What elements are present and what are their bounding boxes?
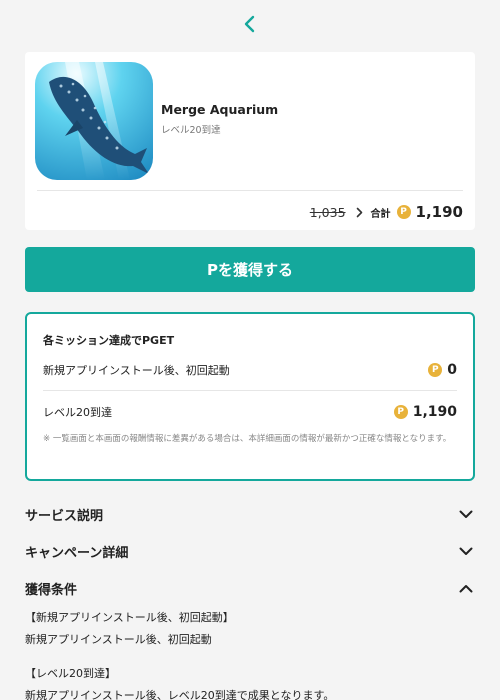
mission-label: 新規アプリインストール後、初回起動 bbox=[43, 364, 230, 377]
point-coin-icon: P bbox=[428, 363, 443, 377]
get-points-button[interactable]: Pを獲得する bbox=[25, 247, 475, 292]
old-points: 1,035 bbox=[309, 204, 346, 220]
app-card: Merge Aquarium レベル20到達 1,035 合計 P 1,190 bbox=[25, 52, 475, 230]
section-conditions[interactable]: 獲得条件 bbox=[25, 576, 475, 600]
chevron-right-icon bbox=[356, 207, 363, 218]
chevron-down-icon bbox=[457, 542, 475, 560]
condition-heading: 【新規アプリインストール後、初回起動】 bbox=[25, 611, 234, 624]
mission-item: レベル20到達 P 1,190 bbox=[43, 401, 457, 423]
app-name: Merge Aquarium bbox=[161, 102, 279, 117]
app-subtitle: レベル20到達 bbox=[161, 125, 221, 136]
mission-points: P 1,190 bbox=[393, 404, 457, 420]
mission-title: 各ミッション達成でPGET bbox=[43, 334, 175, 347]
section-service[interactable]: サービス説明 bbox=[25, 502, 475, 526]
section-title: キャンペーン詳細 bbox=[25, 545, 129, 561]
chevron-left-icon bbox=[244, 15, 255, 33]
divider bbox=[43, 390, 457, 391]
condition-body: 新規アプリインストール後、初回起動 bbox=[25, 633, 212, 646]
mission-item: 新規アプリインストール後、初回起動 P 0 bbox=[43, 359, 457, 381]
condition-body: 新規アプリインストール後、レベル20到達で成果となります。 bbox=[25, 689, 335, 700]
top-bar bbox=[0, 0, 500, 48]
total-label: 合計 bbox=[370, 208, 391, 220]
whale-shark-icon bbox=[35, 62, 153, 180]
mission-label: レベル20到達 bbox=[43, 406, 112, 419]
point-coin-icon: P bbox=[396, 205, 411, 219]
total-points: 1,190 bbox=[415, 203, 463, 221]
points-summary: 1,035 合計 P 1,190 bbox=[310, 200, 463, 224]
section-campaign[interactable]: キャンペーン詳細 bbox=[25, 539, 475, 563]
divider bbox=[37, 190, 463, 191]
app-icon bbox=[35, 62, 153, 180]
back-button[interactable] bbox=[235, 9, 265, 39]
mission-points-value: 1,190 bbox=[412, 404, 457, 420]
chevron-up-icon bbox=[457, 579, 475, 597]
mission-box: 各ミッション達成でPGET 新規アプリインストール後、初回起動 P 0 レベル2… bbox=[25, 312, 475, 481]
chevron-down-icon bbox=[457, 505, 475, 523]
condition-heading: 【レベル20到達】 bbox=[25, 667, 116, 680]
mission-note: ※ 一覧画面と本画面の報酬情報に差異がある場合は、本詳細画面の情報が最新かつ正確… bbox=[43, 434, 452, 444]
mission-points: P 0 bbox=[428, 362, 457, 378]
section-title: 獲得条件 bbox=[25, 582, 78, 598]
point-coin-icon: P bbox=[393, 405, 408, 419]
mission-points-value: 0 bbox=[447, 362, 457, 378]
section-title: サービス説明 bbox=[25, 508, 104, 524]
